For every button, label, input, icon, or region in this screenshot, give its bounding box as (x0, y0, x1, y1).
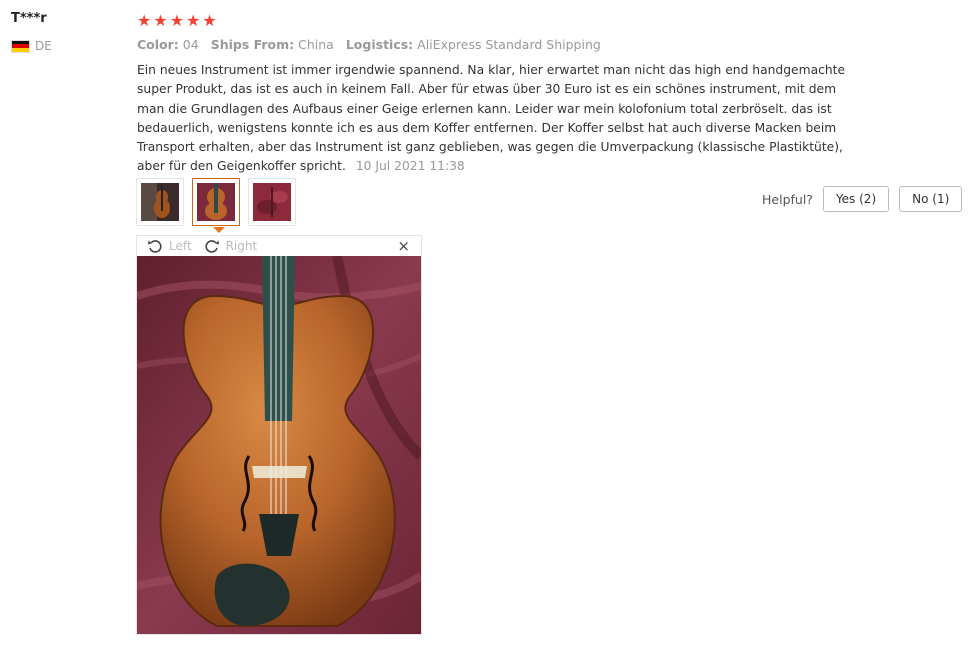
review-photo-thumbnails (136, 178, 296, 233)
color-info: Color: 04 (137, 37, 199, 52)
violin-photo-thumb (253, 183, 291, 221)
photo-thumbnail-1[interactable] (136, 178, 184, 226)
photo-thumbnail-2[interactable] (192, 178, 240, 233)
helpful-votes: Helpful? Yes (2) No (1) (762, 186, 963, 212)
rotate-left-label: Left (169, 239, 192, 253)
star-icon: ★ (153, 11, 168, 30)
rotate-left-icon (148, 240, 162, 253)
reviewer-name: T***r (11, 11, 47, 26)
star-rating: ★ ★ ★ ★ ★ (137, 12, 217, 30)
review-body: Ein neues Instrument ist immer irgendwie… (137, 61, 862, 177)
violin-photo (137, 256, 421, 634)
violin-photo-thumb (197, 183, 235, 221)
rotate-right-button[interactable]: Right (204, 238, 258, 254)
rotate-right-icon (205, 240, 219, 253)
germany-flag-icon (11, 39, 30, 53)
photo-thumbnail-3[interactable] (248, 178, 296, 226)
helpful-no-button[interactable]: No (1) (899, 186, 963, 212)
review-text: Ein neues Instrument ist immer irgendwie… (137, 63, 846, 174)
star-icon: ★ (169, 11, 185, 30)
rotate-right-label: Right (225, 239, 258, 253)
viewer-toolbar: Left Right × (137, 236, 421, 256)
star-icon: ★ (186, 11, 201, 30)
reviewer-country: DE (11, 39, 52, 53)
ships-from-info: Ships From: China (210, 37, 334, 52)
photo-viewer: Left Right × (136, 235, 422, 635)
star-icon: ★ (202, 11, 217, 30)
review-date: 10 Jul 2021 11:38 (355, 159, 465, 174)
star-icon: ★ (137, 11, 152, 30)
order-info: Color: 04 Ships From: China Logistics: A… (137, 37, 601, 52)
country-code: DE (35, 39, 52, 53)
logistics-info: Logistics: AliExpress Standard Shipping (345, 37, 601, 52)
rotate-left-button[interactable]: Left (147, 238, 192, 254)
active-thumb-caret-icon (213, 227, 225, 233)
violin-photo-thumb (141, 183, 179, 221)
helpful-yes-button[interactable]: Yes (2) (822, 186, 890, 212)
helpful-label: Helpful? (762, 191, 813, 207)
close-viewer-icon[interactable]: × (397, 237, 410, 255)
